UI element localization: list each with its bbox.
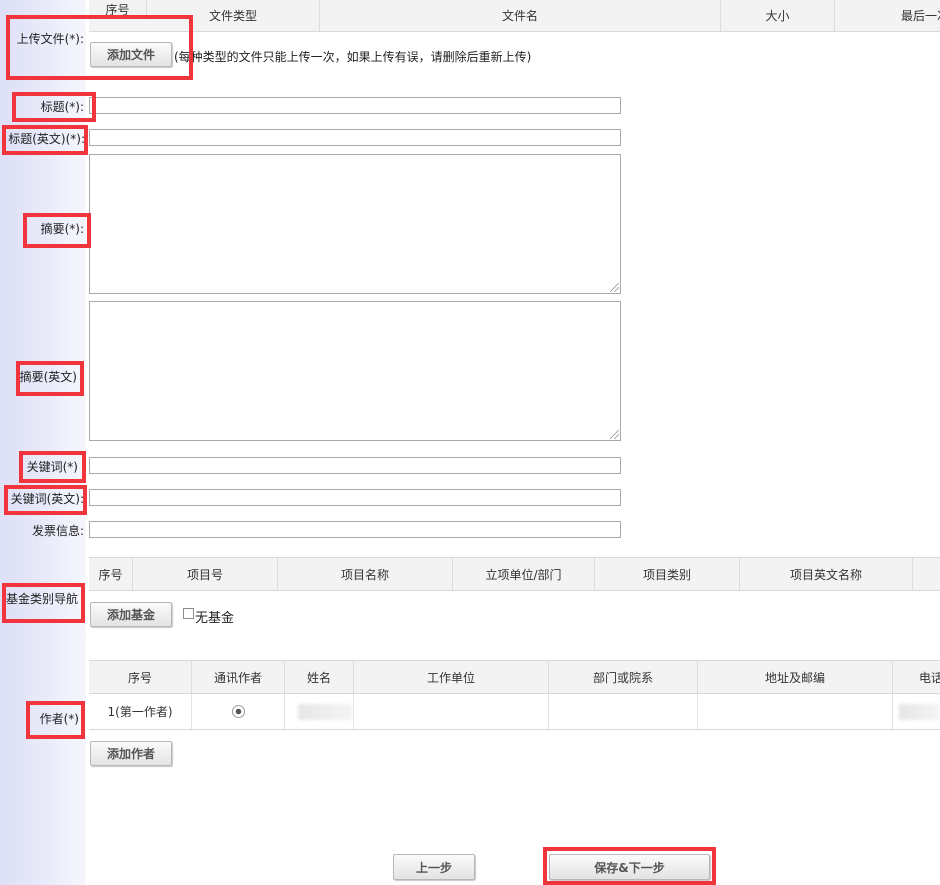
fund-col-category: 项目类别 (595, 558, 740, 590)
add-fund-button[interactable]: 添加基金 (90, 602, 172, 627)
upload-col-type: 文件类型 (147, 0, 320, 31)
upload-col-size: 大小 (721, 0, 835, 31)
redacted-name (298, 704, 352, 720)
abstract-en-textarea[interactable] (89, 301, 621, 441)
fund-col-project-name: 项目名称 (278, 558, 453, 590)
upload-hint: (每种类型的文件只能上传一次，如果上传有误，请删除后重新上传) (174, 50, 532, 64)
title-label: 标题(*): (40, 100, 84, 114)
fund-col-name-en: 项目英文名称 (740, 558, 913, 590)
authors-col-dept: 部门或院系 (549, 661, 698, 693)
keywords-label: 关键词(*) (26, 460, 78, 474)
fund-table-header: 序号 项目号 项目名称 立项单位/部门 项目类别 项目英文名称 (89, 557, 940, 591)
abstract-en-label: 摘要(英文) (19, 370, 77, 384)
abstract-label: 摘要(*): (40, 222, 84, 236)
authors-col-org: 工作单位 (354, 661, 549, 693)
title-field[interactable] (89, 97, 621, 114)
no-fund-checkbox[interactable] (183, 608, 194, 619)
author-org-cell (354, 694, 549, 729)
corresponding-author-radio[interactable] (231, 705, 245, 718)
keywords-en-label: 关键词(英文): (10, 492, 84, 506)
invoice-field[interactable] (89, 521, 621, 538)
upload-col-modified: 最后一次 (901, 8, 940, 23)
upload-table-header: 序号 文件类型 文件名 大小 最后一次 (89, 0, 940, 32)
add-file-button[interactable]: 添加文件 (90, 42, 172, 67)
invoice-label: 发票信息: (31, 524, 84, 538)
keywords-field[interactable] (89, 457, 621, 474)
authors-table-header: 序号 通讯作者 姓名 工作单位 部门或院系 地址及邮编 电话 (89, 660, 940, 694)
abstract-textarea[interactable] (89, 154, 621, 294)
author-dept-cell (549, 694, 698, 729)
no-fund-label: 无基金 (195, 611, 235, 626)
resize-handle-icon[interactable] (610, 430, 619, 439)
fund-col-index: 序号 (89, 558, 133, 590)
upload-col-index: 序号 (89, 0, 147, 20)
author-address-cell (698, 694, 893, 729)
redacted-phone (899, 704, 940, 720)
add-author-button[interactable]: 添加作者 (90, 741, 172, 766)
authors-col-phone: 电话 (919, 670, 940, 685)
resize-handle-icon[interactable] (610, 283, 619, 292)
keywords-en-field[interactable] (89, 489, 621, 506)
author-index-cell: 1(第一作者) (89, 694, 192, 729)
title-en-label: 标题(英文)(*): (8, 132, 85, 146)
save-next-button[interactable]: 保存&下一步 (549, 854, 710, 880)
table-row: 1(第一作者) (89, 694, 940, 730)
upload-col-filename: 文件名 (320, 0, 721, 31)
authors-label: 作者(*) (39, 712, 79, 726)
authors-col-index: 序号 (89, 661, 192, 693)
title-en-field[interactable] (89, 129, 621, 146)
fund-col-project-no: 项目号 (133, 558, 278, 590)
author-corresponding-cell (192, 694, 285, 729)
authors-col-address: 地址及邮编 (698, 661, 893, 693)
authors-col-corresponding: 通讯作者 (192, 661, 285, 693)
fund-label: 基金类别导航 (5, 592, 78, 606)
fund-col-unit: 立项单位/部门 (453, 558, 595, 590)
upload-label: 上传文件(*): (16, 32, 84, 46)
prev-step-button[interactable]: 上一步 (393, 854, 475, 880)
authors-col-name: 姓名 (285, 661, 354, 693)
